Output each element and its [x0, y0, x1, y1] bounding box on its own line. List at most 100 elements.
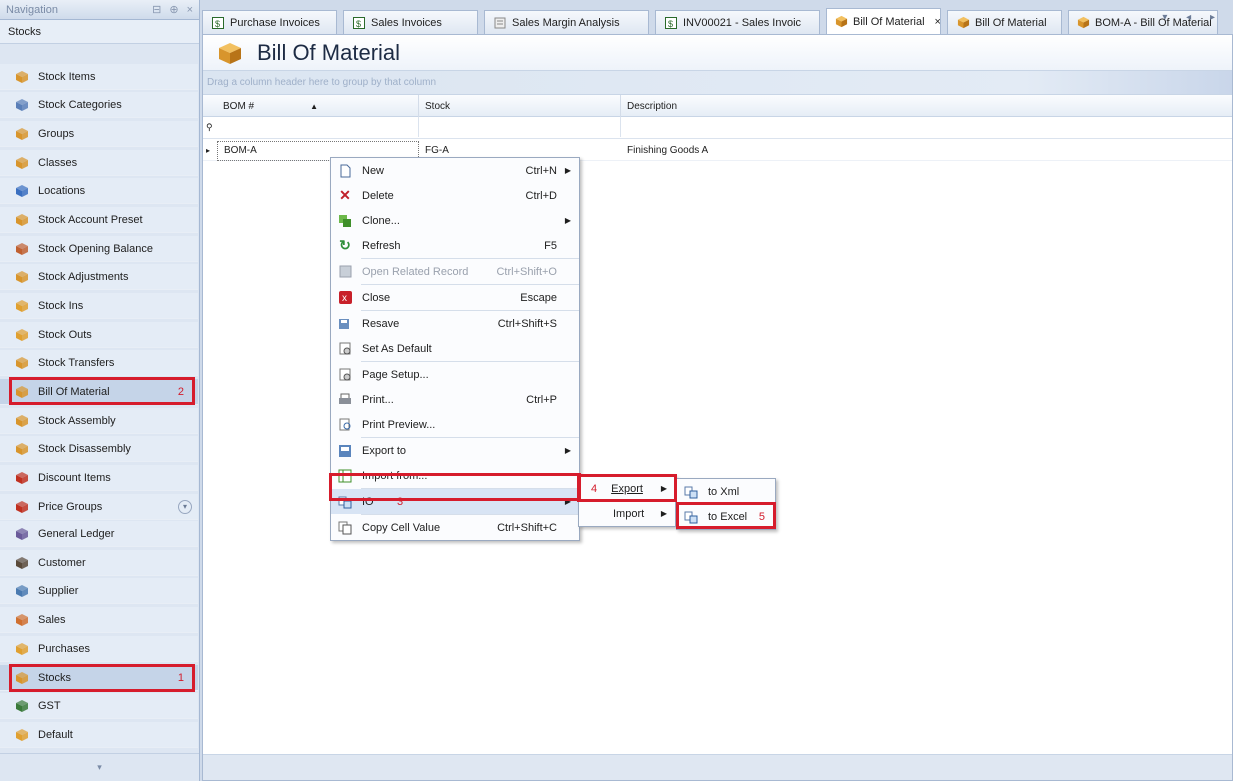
dollar-icon: $ — [664, 16, 678, 30]
nav-item-label: Locations — [38, 184, 86, 197]
nav-item-groups[interactable]: Groups — [0, 121, 198, 147]
group-by-panel[interactable]: Drag a column header here to group by th… — [203, 71, 1232, 95]
nav-overflow-button[interactable]: ▾ — [0, 753, 199, 781]
menu-item-label: Set As Default — [362, 342, 432, 355]
nav-item-stock-categories[interactable]: Stock Categories — [0, 92, 198, 118]
close-icon[interactable]: × — [187, 4, 193, 16]
nav-item-discount-items[interactable]: Discount Items — [0, 465, 198, 491]
nav-item-gst[interactable]: GST — [0, 693, 198, 719]
grid-header: BOM # ▲ Stock Description — [203, 95, 1232, 117]
menu-item-new[interactable]: New Ctrl+N ▶ — [331, 158, 579, 183]
box-icon — [956, 16, 970, 30]
tab-bill-of-material[interactable]: Bill Of Material — [947, 10, 1062, 34]
nav-item-price-groups[interactable]: Price Groups ▾ — [0, 494, 198, 520]
menu-item-delete[interactable]: ✕ Delete Ctrl+D — [331, 183, 579, 208]
menu-item-refresh[interactable]: ↻ Refresh F5 — [331, 233, 579, 258]
nav-item-sales[interactable]: Sales — [0, 607, 198, 633]
menu-item-import[interactable]: Import ▶ — [579, 501, 675, 526]
nav-item-general-ledger[interactable]: General Ledger — [0, 521, 198, 547]
menu-item-close[interactable]: x Close Escape — [331, 285, 579, 310]
menu-item-page-setup[interactable]: Page Setup... — [331, 362, 579, 387]
nav-group-header[interactable]: Stocks — [0, 20, 199, 44]
column-header-stock[interactable]: Stock — [419, 95, 621, 117]
submenu-arrow-icon: ▶ — [564, 216, 571, 225]
menu-item-resave[interactable]: Resave Ctrl+Shift+S — [331, 311, 579, 336]
row-indicator-icon: ▸ — [206, 146, 211, 155]
tab-label: Bill Of Material — [975, 16, 1047, 29]
tab-close-icon[interactable]: × — [935, 16, 940, 28]
nav-item-stock-outs[interactable]: Stock Outs — [0, 322, 198, 348]
menu-item-to-xml[interactable]: to Xml — [677, 479, 775, 504]
menu-item-open-related-record[interactable]: Open Related Record Ctrl+Shift+O — [331, 259, 579, 284]
menu-item-shortcut: Escape — [520, 291, 557, 304]
tab-label: Bill Of Material — [853, 15, 925, 28]
nav-item-supplier[interactable]: Supplier — [0, 578, 198, 604]
highlight-box-bill-of-material — [9, 377, 195, 405]
column-label: BOM # — [223, 100, 255, 112]
nav-item-stock-assembly[interactable]: Stock Assembly — [0, 408, 198, 434]
tab-bill-of-material[interactable]: Bill Of Material × — [826, 8, 941, 34]
menu-item-print-preview[interactable]: Print Preview... — [331, 412, 579, 437]
print-preview-icon — [337, 417, 353, 433]
nav-item-stock-opening-balance[interactable]: Stock Opening Balance — [0, 236, 198, 262]
menu-item-export-to[interactable]: Export to ▶ — [331, 438, 579, 463]
menu-item-set-as-default[interactable]: Set As Default — [331, 336, 579, 361]
column-header-bom[interactable]: BOM # ▲ — [203, 95, 419, 117]
nav-item-locations[interactable]: Locations — [0, 178, 198, 204]
collapse-chevron-icon[interactable]: ▾ — [178, 499, 192, 514]
nav-item-classes[interactable]: Classes — [0, 150, 198, 176]
highlight-box-export — [577, 474, 677, 502]
menu-item-print[interactable]: Print... Ctrl+P — [331, 387, 579, 412]
nav-item-label: Price Groups — [38, 500, 103, 513]
globe-icon — [14, 183, 30, 199]
menu-item-label: Close — [362, 291, 391, 304]
auto-hide-icon[interactable]: ⊕ — [169, 3, 178, 16]
auto-filter-row[interactable]: ⚲ — [203, 117, 1232, 139]
stock-in-icon — [14, 298, 30, 314]
cell-description[interactable]: Finishing Goods A — [621, 141, 1232, 161]
nav-item-label: Customer — [38, 556, 86, 569]
nav-item-stock-transfers[interactable]: Stock Transfers — [0, 350, 198, 376]
column-label: Description — [627, 100, 678, 112]
print-icon — [337, 392, 353, 408]
nav-item-stock-disassembly[interactable]: Stock Disassembly — [0, 436, 198, 462]
nav-item-label: Stock Disassembly — [38, 442, 131, 455]
nav-item-customer[interactable]: Customer — [0, 550, 198, 576]
submenu-arrow-icon: ▶ — [660, 509, 667, 518]
discount-icon — [14, 470, 30, 486]
box-icon — [14, 441, 30, 457]
xml-export-icon — [683, 484, 699, 500]
tab-inv00021-sales-invoic[interactable]: $ INV00021 - Sales Invoic — [655, 10, 820, 34]
column-label: Stock — [425, 100, 451, 112]
pin-icon[interactable]: ⊟ — [152, 3, 161, 16]
nav-item-purchases[interactable]: Purchases — [0, 636, 198, 662]
nav-item-default[interactable]: Default — [0, 722, 198, 748]
preset-icon — [14, 212, 30, 228]
menu-item-label: Refresh — [362, 239, 401, 252]
groups-icon — [14, 126, 30, 142]
column-header-description[interactable]: Description — [621, 95, 1232, 117]
price-icon — [14, 499, 30, 515]
tab-purchase-invoices[interactable]: $ Purchase Invoices — [202, 10, 337, 34]
open-related-icon — [337, 264, 353, 280]
nav-item-label: Sales — [38, 613, 66, 626]
box-icon — [14, 69, 30, 85]
submenu-arrow-icon: ▶ — [564, 446, 571, 455]
nav-group-label: Stocks — [8, 25, 42, 38]
nav-item-label: Default — [38, 728, 73, 741]
menu-item-clone[interactable]: Clone... ▶ — [331, 208, 579, 233]
new-icon — [337, 163, 353, 179]
menu-item-copy-cell-value[interactable]: Copy Cell Value Ctrl+Shift+C — [331, 515, 579, 540]
nav-item-stock-adjustments[interactable]: Stock Adjustments — [0, 264, 198, 290]
tab-sales-invoices[interactable]: $ Sales Invoices — [343, 10, 478, 34]
nav-item-stock-items[interactable]: Stock Items — [0, 64, 198, 90]
nav-item-stock-ins[interactable]: Stock Ins — [0, 293, 198, 319]
filter-cell-bom[interactable] — [217, 117, 419, 137]
menu-item-label: Print... — [362, 393, 394, 406]
tab-sales-margin-analysis[interactable]: Sales Margin Analysis — [484, 10, 649, 34]
sales-icon — [14, 612, 30, 628]
filter-cell-stock[interactable] — [419, 117, 621, 137]
nav-item-stock-account-preset[interactable]: Stock Account Preset — [0, 207, 198, 233]
tab-scroll-controls[interactable]: ▾ ◂ ▸ — [1162, 12, 1223, 23]
filter-cell-description[interactable] — [621, 117, 1232, 137]
